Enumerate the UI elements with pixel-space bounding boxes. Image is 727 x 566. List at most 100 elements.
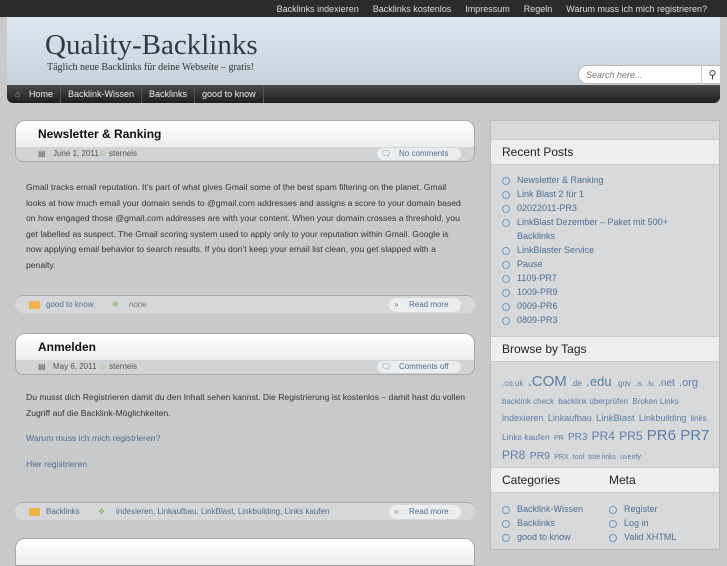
read-more-button[interactable]: » Read more	[389, 505, 461, 519]
home-icon: ⌂	[15, 89, 21, 99]
topnav-link[interactable]: Warum muss ich mich registrieren?	[566, 4, 707, 14]
comments-label: Comments off	[399, 362, 449, 371]
tag-link[interactable]: Broken Links	[632, 397, 678, 406]
post-date: May 6, 2011	[53, 362, 97, 371]
category-link[interactable]: good to know	[502, 530, 583, 544]
search-icon[interactable]: ⚲	[701, 65, 720, 84]
post-author[interactable]: sterneis	[109, 147, 137, 161]
topnav-link[interactable]: Regeln	[524, 4, 553, 14]
tag-link[interactable]: PRX	[554, 454, 568, 461]
comments-link[interactable]: 🗨 No comments	[377, 148, 461, 160]
post-tags[interactable]: indexieren, Linkaufbau, LinkBlast, Linkb…	[116, 503, 329, 520]
topnav-link[interactable]: Backlinks kostenlos	[373, 4, 452, 14]
tag-link[interactable]: Linkbuilding	[639, 413, 687, 423]
recent-post-link[interactable]: 0809-PR3	[502, 313, 707, 327]
tag-link[interactable]: tool	[573, 454, 584, 461]
folder-icon	[29, 300, 40, 309]
why-register-link[interactable]: Warum muss ich mich registrieren?	[26, 431, 466, 447]
nav-home[interactable]: ⌂ Home	[7, 85, 62, 103]
search-box: ⚲	[578, 65, 720, 84]
comments-label: No comments	[399, 149, 449, 158]
tag-link[interactable]: PR8	[502, 448, 525, 462]
recent-post-link[interactable]: Pause	[502, 257, 707, 271]
recent-post-link[interactable]: 02022011-PR3	[502, 201, 707, 215]
tag-link[interactable]: .co.uk	[502, 379, 523, 388]
meta-link[interactable]: Log in	[609, 516, 676, 530]
post-footer: good to know ❖ none » Read more	[15, 295, 475, 313]
tag-link[interactable]: backlink überprüfen	[558, 397, 628, 406]
sidebar: Recent Posts Newsletter & Ranking Link Bl…	[490, 120, 720, 550]
post-footer: Backlinks ❖ indexieren, Linkaufbau, Link…	[15, 502, 475, 520]
tag-link[interactable]: Links kaufen	[502, 432, 550, 442]
recent-post-link[interactable]: Newsletter & Ranking	[502, 173, 707, 187]
post-category[interactable]: good to know	[46, 300, 94, 309]
tag-link[interactable]: uverify	[620, 454, 641, 461]
post-title[interactable]: Anmelden	[15, 333, 475, 361]
tag-link[interactable]: PR3	[568, 432, 587, 443]
tag-link[interactable]: PR4	[592, 429, 615, 443]
read-more-button[interactable]: » Read more	[389, 298, 461, 312]
tag-link[interactable]: LinkBlast	[596, 413, 635, 424]
tag-link[interactable]: Linkaufbau	[548, 413, 592, 423]
tag-link[interactable]: .lu	[646, 381, 653, 388]
user-icon: ☺	[99, 149, 108, 158]
user-icon: ☺	[99, 362, 108, 371]
tag-link[interactable]: .net	[658, 378, 675, 389]
tag-link[interactable]: PR9	[530, 450, 550, 462]
post-date: June 1, 2011	[53, 149, 99, 158]
site-title[interactable]: Quality-Backlinks	[45, 29, 258, 62]
tag-link[interactable]: tote links	[588, 454, 616, 461]
widget-title-categories: Categories Meta	[491, 467, 719, 493]
widget-title-tags: Browse by Tags	[491, 336, 719, 362]
recent-post-link[interactable]: 1009-PR9	[502, 285, 707, 299]
read-more-label: Read more	[409, 507, 449, 516]
post-body: Gmail tracks email reputation. It’s part…	[26, 182, 461, 270]
top-navigation: Backlinks indexieren Backlinks kostenlos…	[0, 0, 727, 17]
nav-good-to-know[interactable]: good to know	[195, 85, 264, 103]
register-here-link[interactable]: Hier registrieren	[26, 457, 466, 473]
tag-link[interactable]: .edu	[586, 374, 611, 389]
categories-title: Categories	[502, 473, 561, 487]
nav-backlinks[interactable]: Backlinks	[142, 85, 196, 103]
category-link[interactable]: Backlink-Wissen	[502, 502, 583, 516]
tag-link[interactable]: backlink check	[502, 397, 554, 406]
recent-post-link[interactable]: LinkBlaster Service	[502, 243, 707, 257]
double-chevron-icon: »	[394, 300, 399, 309]
folder-icon	[29, 507, 40, 516]
topnav-link[interactable]: Backlinks indexieren	[277, 4, 359, 14]
tag-link[interactable]: links	[691, 414, 707, 423]
tag-link[interactable]: PR7	[680, 427, 709, 444]
tag-link[interactable]: .COM	[528, 373, 567, 390]
tag-link[interactable]: PR6	[647, 427, 676, 444]
meta-list: Register Log in Valid XHTML	[609, 502, 676, 544]
tag-link[interactable]: .gov	[616, 379, 631, 388]
calendar-icon: ▤	[38, 149, 46, 158]
post-title[interactable]: Newsletter & Ranking	[15, 120, 475, 148]
comments-status: 🗨 Comments off	[377, 361, 461, 373]
post-author[interactable]: sterneis	[109, 360, 137, 374]
categories-list: Backlink-Wissen Backlinks good to know	[502, 502, 583, 544]
recent-post-link[interactable]: 0909-PR6	[502, 299, 707, 313]
recent-post-link[interactable]: Link Blast 2 für 1	[502, 187, 707, 201]
search-input[interactable]	[579, 69, 701, 80]
nav-backlink-wissen[interactable]: Backlink-Wissen	[61, 85, 143, 103]
topnav-link[interactable]: Impressum	[465, 4, 510, 14]
tag-link[interactable]: .is	[635, 381, 642, 388]
recent-post-link[interactable]: LinkBlast Dezember – Paket mit 500+ Back…	[502, 215, 707, 243]
recent-post-link[interactable]: 1109-PR7	[502, 271, 707, 285]
recent-posts-list: Newsletter & Ranking Link Blast 2 für 1 02…	[502, 173, 707, 327]
meta-link[interactable]: Register	[609, 502, 676, 516]
tag-link[interactable]: .org	[679, 377, 698, 389]
category-link[interactable]: Backlinks	[502, 516, 583, 530]
calendar-icon: ▤	[38, 362, 46, 371]
post-category[interactable]: Backlinks	[46, 507, 80, 516]
tag-link[interactable]: indexieren	[502, 413, 544, 423]
tag-link[interactable]: PR	[554, 435, 564, 442]
site-tagline: Täglich neue Backlinks für deine Webseit…	[47, 62, 254, 73]
tag-link[interactable]: PR5	[619, 429, 642, 443]
tag-icon: ❖	[112, 300, 120, 309]
main-navigation: ⌂ Home Backlink-Wissen Backlinks good to …	[7, 85, 720, 103]
meta-link[interactable]: Valid XHTML	[609, 530, 676, 544]
site-header: Quality-Backlinks Täglich neue Backlinks…	[7, 17, 720, 85]
tag-link[interactable]: .de	[571, 379, 582, 388]
